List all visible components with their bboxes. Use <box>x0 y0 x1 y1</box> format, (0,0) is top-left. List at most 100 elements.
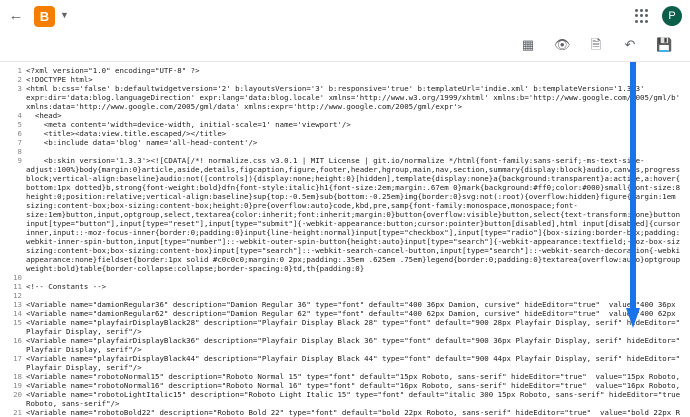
code-line[interactable]: 11 <!-- Constants --> <box>0 282 690 291</box>
code-text[interactable]: sizing:content-box;box-sizing:content-bo… <box>26 246 680 255</box>
code-line[interactable]: 19 <Variable name="robotoNormal16" descri… <box>0 381 690 390</box>
code-text[interactable]: <Variable name="playfairDisplayBlack28" … <box>26 318 680 327</box>
code-text[interactable]: <Variable name="damionRegular62" descrip… <box>26 309 680 318</box>
code-text[interactable]: xmlns:data='http://www.google.com/2005/g… <box>26 102 680 111</box>
code-line[interactable]: 20 <Variable name="robotoLightItalic15" d… <box>0 390 690 399</box>
apps-grid-icon[interactable] <box>632 6 652 26</box>
code-text[interactable]: Playfair Display, serif"/> <box>26 345 680 354</box>
code-line[interactable]: block;vertical-align:baseline}audio:not(… <box>0 174 690 183</box>
blogger-logo[interactable]: B <box>34 6 55 27</box>
code-line[interactable]: weight:bold}table{border-collapse:collap… <box>0 264 690 273</box>
code-text[interactable]: <Variable name="robotoNormal15" descript… <box>26 372 680 381</box>
code-text[interactable]: <!DOCTYPE html> <box>26 75 680 84</box>
code-line[interactable]: expr:dir='data:blog.languageDirection' e… <box>0 93 690 102</box>
code-line[interactable]: input[type="button"],input[type="reset"]… <box>0 219 690 228</box>
code-text[interactable]: <meta content='width=device-width, initi… <box>26 120 680 129</box>
code-text[interactable]: expr:dir='data:blog.languageDirection' e… <box>26 93 680 102</box>
code-text[interactable]: <b:include data='blog' name='all-head-co… <box>26 138 680 147</box>
code-line[interactable]: 18 <Variable name="robotoNormal15" descri… <box>0 372 690 381</box>
save-icon[interactable]: 💾 <box>656 37 672 53</box>
line-number: 9 <box>17 156 22 165</box>
document-icon[interactable]: 🗎 <box>588 37 604 53</box>
code-line[interactable]: 8 <box>0 147 690 156</box>
code-text[interactable]: bottom:1px dotted}b,strong{font-weight:b… <box>26 183 680 192</box>
code-text[interactable]: <?xml version="1.0" encoding="UTF-8" ?> <box>26 66 680 75</box>
code-line[interactable]: 3 <html b:css='false' b:defaultwidgetvers… <box>0 84 690 93</box>
code-line[interactable]: 14 <Variable name="damionRegular62" descr… <box>0 309 690 318</box>
layout-grid-icon[interactable]: ▦ <box>520 37 536 53</box>
code-text[interactable]: <Variable name="damionRegular36" descrip… <box>26 300 680 309</box>
code-text[interactable] <box>26 147 680 156</box>
code-line[interactable]: appearance:none}fieldset{border:1px soli… <box>0 255 690 264</box>
code-text[interactable]: <b:skin version='1.3.3'><![CDATA[/*! nor… <box>26 156 680 165</box>
code-text[interactable]: <Variable name="playfairDisplayBlack44" … <box>26 354 680 363</box>
code-text[interactable]: Playfair Display, serif"/> <box>26 363 680 372</box>
line-number <box>0 183 26 192</box>
code-text[interactable]: <head> <box>26 111 680 120</box>
code-text[interactable]: sizing:content-box;box-sizing:content-bo… <box>26 201 680 210</box>
code-line[interactable]: adjust:100%}body{margin:0}article,aside,… <box>0 165 690 174</box>
code-line[interactable]: height:0;position:relative;vertical-alig… <box>0 192 690 201</box>
line-number: 6 <box>17 129 22 138</box>
code-text[interactable] <box>26 291 680 300</box>
line-number: 3 <box>17 84 22 93</box>
code-text[interactable]: webkit-inner-spin-button,input[type="num… <box>26 237 680 246</box>
code-text[interactable]: appearance:none}fieldset{border:1px soli… <box>26 255 680 264</box>
code-line[interactable]: 9 <b:skin version='1.3.3'><![CDATA[/*! n… <box>0 156 690 165</box>
code-text[interactable]: <Variable name="robotoNormal16" descript… <box>26 381 680 390</box>
code-line[interactable]: Playfair Display, serif"/> <box>0 345 690 354</box>
code-text[interactable]: Playfair Display, serif"/> <box>26 327 680 336</box>
line-number: 18 <box>13 372 22 381</box>
code-editor[interactable]: 1 <?xml version="1.0" encoding="UTF-8" ?>… <box>0 66 690 417</box>
top-bar: ← B ▼ P <box>0 0 690 33</box>
code-text[interactable]: <title><data:view.title.escaped/></title… <box>26 129 680 138</box>
code-line[interactable]: 21 <Variable name="robotoBold22" descript… <box>0 408 690 417</box>
code-line[interactable]: 13 <Variable name="damionRegular36" descr… <box>0 300 690 309</box>
code-line[interactable]: Playfair Display, serif"/> <box>0 327 690 336</box>
code-text[interactable]: <!-- Constants --> <box>26 282 680 291</box>
code-text[interactable]: block;vertical-align:baseline}audio:not(… <box>26 174 680 183</box>
line-number <box>0 363 26 372</box>
code-line[interactable]: xmlns:data='http://www.google.com/2005/g… <box>0 102 690 111</box>
code-line[interactable]: 4 <head> <box>0 111 690 120</box>
code-line[interactable]: 10 <box>0 273 690 282</box>
code-line[interactable]: sizing:content-box;box-sizing:content-bo… <box>0 246 690 255</box>
line-number: 1 <box>17 66 22 75</box>
code-line[interactable]: size:1em}button,input,optgroup,select,te… <box>0 210 690 219</box>
code-line[interactable]: 12 <box>0 291 690 300</box>
code-line[interactable]: 5 <meta content='width=device-width, ini… <box>0 120 690 129</box>
code-text[interactable]: weight:bold}table{border-collapse:collap… <box>26 264 680 273</box>
code-line[interactable]: inner,input::-moz-focus-inner{border:0;p… <box>0 228 690 237</box>
code-line[interactable]: sizing:content-box;box-sizing:content-bo… <box>0 201 690 210</box>
code-text[interactable]: height:0;position:relative;vertical-alig… <box>26 192 680 201</box>
code-text[interactable]: Roboto, sans-serif"/> <box>26 399 680 408</box>
line-number <box>0 192 26 201</box>
code-text[interactable]: <html b:css='false' b:defaultwidgetversi… <box>26 84 680 93</box>
code-text[interactable]: <Variable name="robotoLightItalic15" des… <box>26 390 680 399</box>
code-text[interactable] <box>26 273 680 282</box>
code-line[interactable]: 15 <Variable name="playfairDisplayBlack28… <box>0 318 690 327</box>
code-text[interactable]: inner,input::-moz-focus-inner{border:0;p… <box>26 228 680 237</box>
code-line[interactable]: 16 <Variable name="playfairDisplayBlack36… <box>0 336 690 345</box>
chevron-down-icon[interactable]: ▼ <box>60 10 69 20</box>
avatar[interactable]: P <box>662 6 682 26</box>
code-text[interactable]: input[type="button"],input[type="reset"]… <box>26 219 680 228</box>
code-line[interactable]: Roboto, sans-serif"/> <box>0 399 690 408</box>
code-line[interactable]: 1 <?xml version="1.0" encoding="UTF-8" ?> <box>0 66 690 75</box>
code-line[interactable]: bottom:1px dotted}b,strong{font-weight:b… <box>0 183 690 192</box>
code-line[interactable]: Playfair Display, serif"/> <box>0 363 690 372</box>
undo-icon[interactable]: ↶ <box>622 37 638 53</box>
code-line[interactable]: 2 <!DOCTYPE html> <box>0 75 690 84</box>
preview-eye-icon[interactable]: 👁 <box>554 37 571 53</box>
line-number <box>0 237 26 246</box>
code-line[interactable]: webkit-inner-spin-button,input[type="num… <box>0 237 690 246</box>
code-line[interactable]: 17 <Variable name="playfairDisplayBlack44… <box>0 354 690 363</box>
back-arrow-icon[interactable]: ← <box>8 8 24 24</box>
code-line[interactable]: 7 <b:include data='blog' name='all-head-… <box>0 138 690 147</box>
line-number <box>0 345 26 354</box>
code-text[interactable]: adjust:100%}body{margin:0}article,aside,… <box>26 165 680 174</box>
code-text[interactable]: <Variable name="playfairDisplayBlack36" … <box>26 336 680 345</box>
code-line[interactable]: 6 <title><data:view.title.escaped/></tit… <box>0 129 690 138</box>
code-text[interactable]: <Variable name="robotoBold22" descriptio… <box>26 408 680 417</box>
code-text[interactable]: size:1em}button,input,optgroup,select,te… <box>26 210 680 219</box>
